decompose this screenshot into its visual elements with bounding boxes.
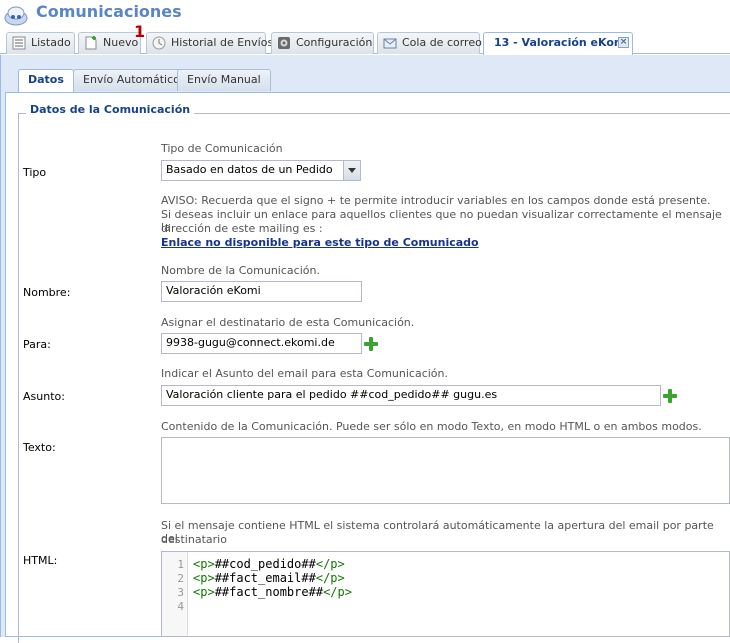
tab-configuracion[interactable]: Configuración: [271, 32, 374, 54]
add-variable-icon[interactable]: [663, 389, 677, 403]
fieldset-legend: Datos de la Comunicación: [26, 103, 195, 116]
tab-label: Historial de Envíos: [171, 36, 274, 49]
tab-label: Listado: [31, 36, 71, 49]
code-line: <p>##fact_nombre##</p>: [193, 585, 352, 599]
page-title: Comunicaciones: [36, 2, 182, 21]
tab-label: Nuevo: [103, 36, 139, 49]
html-code-editor[interactable]: 1 2 3 4 <p>##cod_pedido##</p> <p>##fact_…: [161, 551, 730, 637]
aviso-line-1: AVISO: Recuerda que el signo + te permit…: [161, 194, 711, 207]
html-label: HTML:: [23, 554, 58, 567]
tab-envio-manual[interactable]: Envío Manual: [177, 69, 271, 91]
line-number: 4: [177, 600, 184, 613]
tab-label: 13 - Valoración eKomi: [494, 36, 630, 49]
add-variable-icon[interactable]: [364, 337, 378, 351]
texto-label: Texto:: [23, 441, 56, 454]
tab-label: Envío Automático: [83, 73, 180, 86]
asunto-hint: Indicar el Asunto del email para esta Co…: [161, 367, 449, 380]
chevron-down-icon[interactable]: [343, 161, 360, 180]
mail-queue-icon: [383, 38, 397, 49]
texto-hint: Contenido de la Comunicación. Puede ser …: [161, 420, 702, 433]
line-number-gutter: 1 2 3 4: [162, 552, 188, 636]
tipo-label: Tipo: [23, 166, 47, 179]
list-icon: [12, 36, 26, 50]
tab-nuevo[interactable]: Nuevo: [78, 32, 141, 54]
history-icon: [152, 36, 166, 50]
texto-textarea[interactable]: [161, 437, 730, 504]
tab-label: Envío Manual: [187, 73, 261, 86]
tab-valoracion-ekomi[interactable]: 13 - Valoración eKomi ×: [483, 32, 633, 55]
aviso-line-3: dirección de este mailing es :: [161, 222, 323, 235]
line-number: 3: [177, 586, 184, 599]
para-hint: Asignar el destinatario de esta Comunica…: [161, 316, 415, 329]
nombre-label: Nombre:: [23, 286, 71, 299]
tab-historial[interactable]: Historial de Envíos: [146, 32, 273, 54]
line-number: 1: [177, 558, 184, 571]
tab-label: Datos: [28, 73, 64, 86]
app-logo-icon: [4, 6, 28, 26]
settings-icon: [278, 37, 290, 49]
html-hint-1: Si el mensaje contiene HTML el sistema c…: [161, 519, 714, 545]
annotation-badge: 1: [134, 22, 146, 41]
para-label: Para:: [23, 338, 51, 351]
tab-listado[interactable]: Listado: [6, 32, 75, 54]
new-document-icon: [85, 36, 97, 50]
para-input[interactable]: 9938-gugu@connect.ekomi.de: [161, 333, 362, 354]
tab-cola-de-correo[interactable]: Cola de correo: [377, 32, 482, 54]
nombre-input[interactable]: Valoración eKomi: [161, 281, 362, 302]
tipo-hint: Tipo de Comunicación: [161, 142, 283, 155]
tipo-select[interactable]: Basado en datos de un Pedido: [161, 160, 361, 181]
mailing-link[interactable]: Enlace no disponible para este tipo de C…: [161, 236, 479, 249]
code-line: <p>##fact_email##</p>: [193, 571, 345, 585]
top-tab-bar: Listado Nuevo Historial de Envíos Config…: [0, 30, 730, 55]
asunto-input[interactable]: Valoración cliente para el pedido ##cod_…: [161, 385, 661, 406]
tipo-select-value: Basado en datos de un Pedido: [166, 163, 333, 176]
sub-tab-bar: Datos Envío Automático Envío Manual: [1, 55, 730, 95]
tab-label: Configuración: [296, 36, 373, 49]
tab-label: Cola de correo: [402, 36, 482, 49]
line-number: 2: [177, 572, 184, 585]
close-icon[interactable]: ×: [618, 37, 629, 48]
tab-envio-automatico[interactable]: Envío Automático: [73, 69, 190, 91]
html-hint-2: destinatario: [161, 533, 227, 546]
code-line: <p>##cod_pedido##</p>: [193, 557, 345, 571]
asunto-label: Asunto:: [23, 390, 65, 403]
tab-datos[interactable]: Datos: [18, 69, 74, 92]
nombre-hint: Nombre de la Comunicación.: [161, 264, 320, 277]
